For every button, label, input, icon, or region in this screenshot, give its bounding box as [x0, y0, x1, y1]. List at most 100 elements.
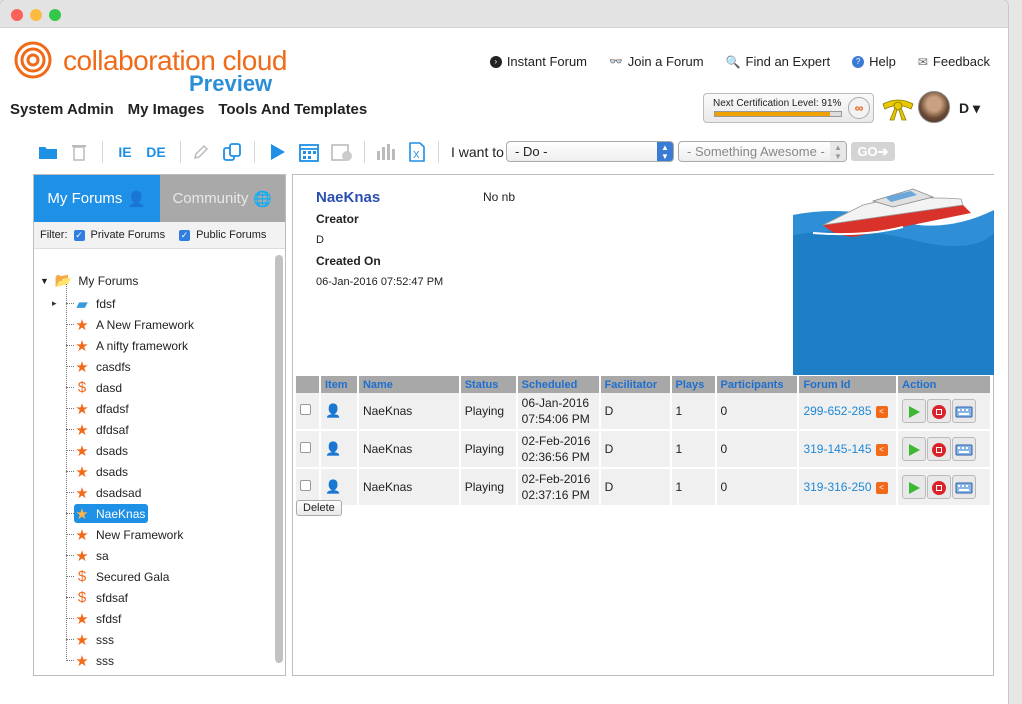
share-icon[interactable]: <: [875, 405, 888, 418]
star-icon: ★: [75, 484, 89, 502]
calendar-icon[interactable]: [298, 141, 320, 163]
action-select[interactable]: - Do - ▲ ▼: [506, 141, 674, 162]
column-header[interactable]: Name: [357, 376, 461, 393]
minimize-window-button[interactable]: [30, 9, 42, 21]
tree-item[interactable]: ★ sss: [74, 651, 114, 670]
schedule-settings-icon[interactable]: [330, 141, 354, 163]
keyboard-action-icon[interactable]: [952, 399, 977, 423]
tree-item[interactable]: ★ sss: [74, 630, 114, 649]
pencil-icon[interactable]: [190, 141, 212, 163]
private-forums-checkbox[interactable]: ✓: [73, 229, 85, 241]
yellow-belt-icon: [882, 99, 914, 121]
tree-root-my-forums[interactable]: ▼ 📂 My Forums: [40, 272, 138, 289]
folder-icon[interactable]: [37, 141, 59, 163]
brand-logo[interactable]: collaboration cloud Preview: [14, 41, 288, 96]
tree-item[interactable]: ★ A New Framework: [74, 315, 194, 334]
expand-triangle-icon[interactable]: ▸: [52, 298, 57, 309]
tree-item[interactable]: ★ dfadsf: [74, 399, 128, 418]
join-forum-link[interactable]: 👓 Join a Forum: [609, 54, 704, 69]
menu-system-admin[interactable]: System Admin: [10, 101, 114, 118]
row-checkbox[interactable]: [300, 442, 311, 453]
tree-item[interactable]: ★ casdfs: [74, 357, 130, 376]
forum-id-link[interactable]: 319-145-145: [803, 442, 871, 456]
plays-cell: 1: [670, 468, 717, 507]
excel-export-icon[interactable]: X: [406, 141, 428, 163]
table-row[interactable]: 👤 NaeKnas Playing 02-Feb-2016 02:36:56 PM D 1 0…: [296, 430, 992, 469]
target-select[interactable]: - Something Awesome - ▲ ▼: [678, 141, 847, 162]
column-header[interactable]: Facilitator: [599, 376, 672, 393]
tree-item[interactable]: ★ New Framework: [74, 525, 183, 544]
menu-my-images[interactable]: My Images: [128, 101, 205, 118]
column-header[interactable]: Item: [319, 376, 359, 393]
public-forums-checkbox[interactable]: ✓: [179, 229, 191, 241]
row-checkbox[interactable]: [300, 480, 311, 491]
share-icon[interactable]: <: [875, 443, 888, 456]
data-export-de-button[interactable]: DE: [142, 141, 170, 163]
play-action-icon[interactable]: [902, 437, 927, 461]
status-cell: Playing: [459, 393, 518, 431]
tree-scrollbar[interactable]: [275, 255, 283, 663]
tree-item[interactable]: $ Secured Gala: [74, 567, 170, 586]
stop-action-icon[interactable]: [927, 437, 952, 461]
column-header[interactable]: Status: [459, 376, 518, 393]
forum-id-link[interactable]: 299-652-285: [803, 404, 871, 418]
menu-tools-templates[interactable]: Tools And Templates: [218, 101, 367, 118]
keyboard-action-icon[interactable]: [952, 475, 977, 499]
user-avatar[interactable]: [918, 91, 950, 123]
keyboard-action-icon[interactable]: [952, 437, 977, 461]
tab-my-forums-label: My Forums: [47, 190, 123, 207]
close-window-button[interactable]: [11, 9, 23, 21]
column-header[interactable]: Action: [897, 376, 992, 393]
play-action-icon[interactable]: [902, 475, 927, 499]
tab-community[interactable]: Community 🌐: [159, 175, 285, 222]
go-button[interactable]: GO➔: [851, 142, 895, 161]
toolbar-separator: [102, 141, 103, 163]
bar-chart-icon[interactable]: [374, 141, 398, 163]
feedback-link[interactable]: ✉ Feedback: [918, 54, 990, 69]
tree-item[interactable]: ★ dsadsad: [74, 483, 141, 502]
table-row[interactable]: 👤 NaeKnas Playing 02-Feb-2016 02:37:16 PM D 1 0…: [296, 468, 992, 507]
star-icon: ★: [75, 505, 89, 523]
target-select-value: - Something Awesome -: [687, 144, 825, 159]
plays-cell: 1: [670, 393, 717, 431]
delete-button[interactable]: Delete: [296, 500, 342, 516]
instant-forum-link[interactable]: › Instant Forum: [489, 54, 587, 69]
row-checkbox[interactable]: [300, 404, 311, 415]
table-row[interactable]: 👤 NaeKnas Playing 06-Jan-2016 07:54:06 PM D 1 0…: [296, 393, 992, 431]
zoom-window-button[interactable]: [49, 9, 61, 21]
tree-item[interactable]: $ dasd: [74, 378, 122, 397]
tree-item[interactable]: ★ sfdsf: [74, 609, 121, 628]
trash-icon[interactable]: [68, 141, 90, 163]
find-expert-link[interactable]: 🔍 Find an Expert: [726, 54, 831, 69]
tree-item[interactable]: ★ dfdsaf: [74, 420, 128, 439]
tree-item[interactable]: ★ A nifty framework: [74, 336, 188, 355]
tree-item[interactable]: ★ sa: [74, 546, 108, 565]
tab-my-forums[interactable]: My Forums 👤: [34, 175, 160, 222]
column-header[interactable]: Plays: [670, 376, 717, 393]
collapse-triangle-icon[interactable]: ▼: [40, 276, 49, 286]
open-folder-icon: 📂: [54, 272, 73, 288]
tree-item[interactable]: ★ NaeKnas: [74, 504, 149, 523]
column-header[interactable]: [296, 376, 321, 393]
play-action-icon[interactable]: [902, 399, 927, 423]
forum-id-cell: 319-145-145 <: [798, 430, 899, 469]
import-export-ie-button[interactable]: IE: [114, 141, 136, 163]
column-header[interactable]: Scheduled: [516, 376, 601, 393]
certification-progress[interactable]: Next Certification Level: 91% ∞: [703, 93, 874, 123]
tree-item[interactable]: ▸ ▰ fdsf: [52, 294, 115, 313]
play-icon[interactable]: [266, 141, 288, 163]
user-menu[interactable]: D ▾: [959, 100, 980, 117]
help-link[interactable]: ? Help: [852, 54, 896, 69]
tree-item[interactable]: ★ dsads: [74, 441, 128, 460]
column-header[interactable]: Forum Id: [798, 376, 899, 393]
share-icon[interactable]: <: [875, 481, 888, 494]
tree-item[interactable]: $ sfdsaf: [74, 588, 128, 607]
forum-id-link[interactable]: 319-316-250: [803, 480, 871, 494]
creator-label: Creator: [316, 212, 359, 226]
stop-action-icon[interactable]: [927, 399, 952, 423]
copy-icon[interactable]: [220, 141, 244, 163]
tree-guide-line: [66, 366, 74, 367]
stop-action-icon[interactable]: [927, 475, 952, 499]
column-header[interactable]: Participants: [715, 376, 800, 393]
tree-item[interactable]: ★ dsads: [74, 462, 128, 481]
